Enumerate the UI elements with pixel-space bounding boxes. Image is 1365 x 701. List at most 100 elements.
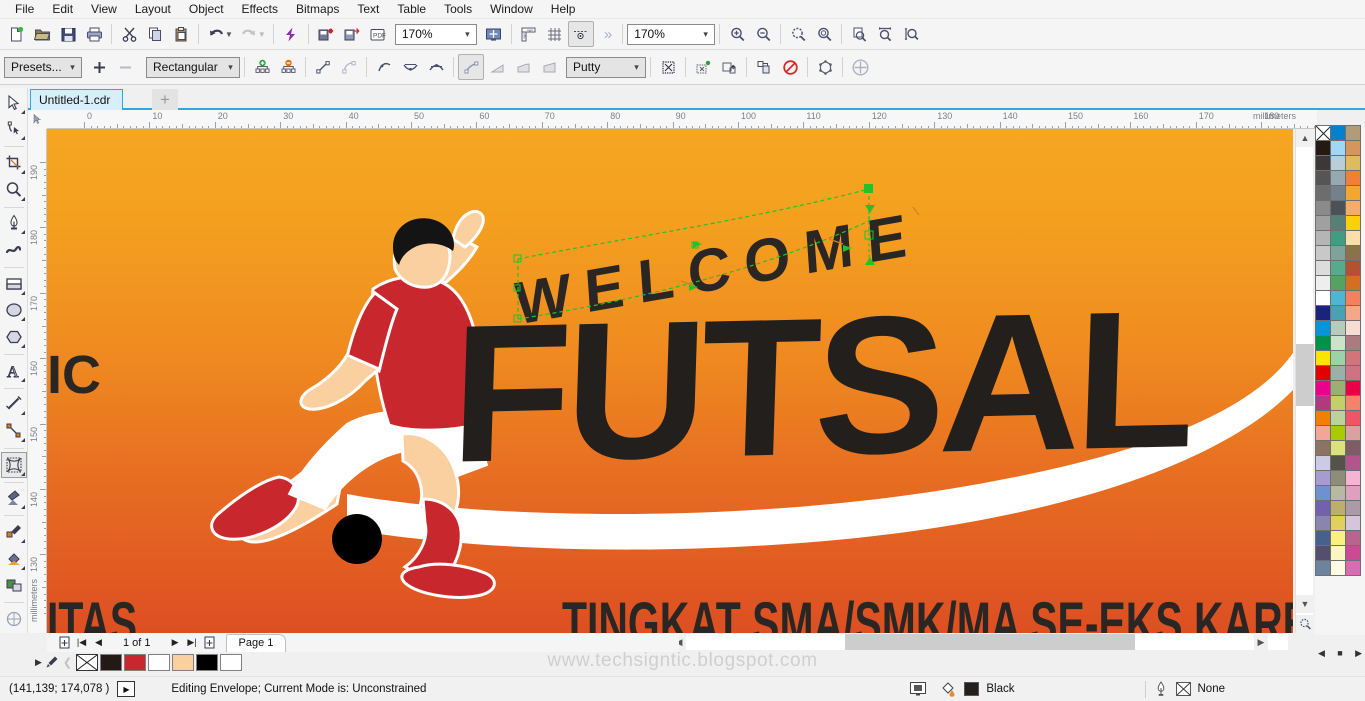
palette-swatch[interactable] [1344, 499, 1361, 516]
horizontal-scrollbar[interactable]: ◀ ▶ [672, 634, 1288, 650]
menu-layout[interactable]: Layout [126, 0, 180, 18]
swatch-dark-brown[interactable] [100, 653, 123, 671]
zoom-tool[interactable] [1, 177, 27, 203]
palette-swatch[interactable] [1314, 559, 1331, 576]
flyout-arrow-icon[interactable] [20, 317, 25, 322]
palette-swatch[interactable] [1329, 349, 1346, 366]
palette-swatch[interactable] [1314, 334, 1331, 351]
vertical-ruler[interactable]: 190 180 170 160 150 140 130 millimeters [28, 129, 47, 633]
menu-bitmaps[interactable]: Bitmaps [287, 0, 348, 18]
palette-swatch[interactable] [1329, 439, 1346, 456]
add-page-before-button[interactable] [56, 634, 73, 651]
add-preset-plus-button[interactable] [847, 54, 873, 80]
palette-swatch[interactable] [1314, 319, 1331, 336]
menu-edit[interactable]: Edit [43, 0, 82, 18]
scroll-up-button[interactable]: ▲ [1296, 129, 1314, 147]
envelope-unconstrained-button[interactable] [458, 54, 484, 80]
palette-swatch[interactable] [1344, 559, 1361, 576]
menu-table[interactable]: Table [388, 0, 435, 18]
flyout-arrow-icon[interactable] [20, 344, 25, 348]
palette-swatch[interactable] [1329, 334, 1346, 351]
palette-swatch[interactable] [1344, 304, 1361, 321]
ruler-origin-button[interactable] [28, 110, 47, 129]
save-document-button[interactable] [55, 21, 81, 47]
menu-object[interactable]: Object [180, 0, 233, 18]
palette-swatch[interactable] [1344, 394, 1361, 411]
zoom-to-page-button[interactable] [846, 21, 872, 47]
palette-swatch[interactable] [1314, 394, 1331, 411]
palette-swatch[interactable] [1314, 454, 1331, 471]
palette-swatch[interactable] [1344, 274, 1361, 291]
redo-dropdown-arrow[interactable]: ▼ [258, 30, 266, 39]
flyout-arrow-icon[interactable] [20, 290, 25, 295]
ellipse-tool[interactable] [1, 298, 27, 324]
swatch-red[interactable] [124, 653, 147, 671]
menu-window[interactable]: Window [481, 0, 542, 18]
palette-swatch[interactable] [1329, 289, 1346, 306]
palette-swatch[interactable] [1329, 559, 1346, 576]
reset-envelope-button[interactable] [812, 54, 838, 80]
palette-swatch[interactable] [1329, 454, 1346, 471]
palette-swatch[interactable] [1329, 529, 1346, 546]
chevron-down-icon[interactable]: ▾ [459, 25, 476, 44]
eyedropper-icon[interactable] [45, 655, 59, 669]
status-expand-button[interactable]: ▶ [117, 681, 136, 697]
first-page-button[interactable]: |◀ [73, 634, 90, 651]
palette-swatch[interactable] [1344, 454, 1361, 471]
palette-swatch[interactable] [1314, 364, 1331, 381]
menu-tools[interactable]: Tools [435, 0, 481, 18]
show-grid-button[interactable] [542, 21, 568, 47]
freehand-tool[interactable] [1, 211, 27, 237]
palette-swatch[interactable] [1329, 544, 1346, 561]
fill-color-swatch[interactable] [964, 682, 980, 696]
zoom-level-combo[interactable]: 170% ▾ [394, 23, 477, 45]
previous-page-button[interactable]: ◀ [90, 634, 107, 651]
chevron-down-icon[interactable]: ▾ [628, 58, 645, 77]
palette-swatch[interactable] [1329, 319, 1346, 336]
palette-swatch[interactable] [1329, 124, 1346, 141]
import-button[interactable] [313, 21, 339, 47]
straight-line-connector-tool[interactable] [1, 418, 27, 444]
palette-scroll-icon[interactable]: ▶ [35, 657, 42, 668]
palette-swatch[interactable] [1329, 259, 1346, 276]
palette-swatch[interactable] [1329, 364, 1346, 381]
zoom-navigator-button[interactable] [1296, 615, 1314, 633]
horizontal-scroll-thumb[interactable] [845, 634, 1135, 650]
undo-dropdown-arrow[interactable]: ▼ [225, 30, 233, 39]
menu-help[interactable]: Help [542, 0, 585, 18]
chevron-down-icon[interactable]: ▾ [64, 58, 81, 77]
flyout-arrow-icon[interactable] [20, 565, 25, 570]
export-button[interactable] [339, 21, 365, 47]
view-zoom-combo[interactable]: 170% ▾ [627, 23, 716, 45]
subtitle-text[interactable]: TINGKAT SMA/SMK/MA SE-EKS KARESIDENAN [562, 591, 1293, 633]
palette-swatch[interactable] [1344, 184, 1361, 201]
palette-swatch[interactable] [1344, 154, 1361, 171]
flyout-arrow-icon[interactable] [20, 109, 25, 114]
color-proof-icon[interactable] [909, 681, 927, 697]
palette-swatch-no-color[interactable] [1314, 124, 1331, 141]
horizontal-ruler[interactable]: 0 10 20 30 40 50 60 70 80 90 100 110 120 130 140 150 160… [28, 110, 1317, 129]
swatch-no-color[interactable] [76, 653, 99, 671]
palette-swatch[interactable] [1344, 289, 1361, 306]
page-tab-1[interactable]: Page 1 [225, 633, 287, 652]
zoom-to-page-width-button[interactable] [872, 21, 898, 47]
delete-node-button[interactable] [275, 54, 301, 80]
make-node-cusp-button[interactable] [371, 54, 397, 80]
palette-swatch[interactable] [1344, 424, 1361, 441]
football-icon[interactable] [332, 514, 382, 564]
flyout-arrow-icon[interactable] [20, 437, 25, 442]
palette-scroll-left-icon[interactable]: ◀ [1318, 648, 1325, 659]
palette-swatch[interactable] [1329, 409, 1346, 426]
last-page-button[interactable]: ▶| [184, 634, 201, 651]
flyout-arrow-icon[interactable] [20, 136, 25, 141]
add-node-button[interactable] [249, 54, 275, 80]
palette-swatch[interactable] [1344, 409, 1361, 426]
palette-swatch[interactable] [1329, 379, 1346, 396]
palette-swatch[interactable] [1329, 274, 1346, 291]
copy-envelope-properties-button[interactable] [751, 54, 777, 80]
palette-swatch[interactable] [1329, 514, 1346, 531]
zoom-in-button[interactable] [724, 21, 750, 47]
vertical-scrollbar[interactable]: ▲ ▼ [1295, 129, 1314, 633]
flyout-arrow-icon[interactable] [20, 505, 25, 510]
artistic-media-tool[interactable] [1, 237, 27, 263]
